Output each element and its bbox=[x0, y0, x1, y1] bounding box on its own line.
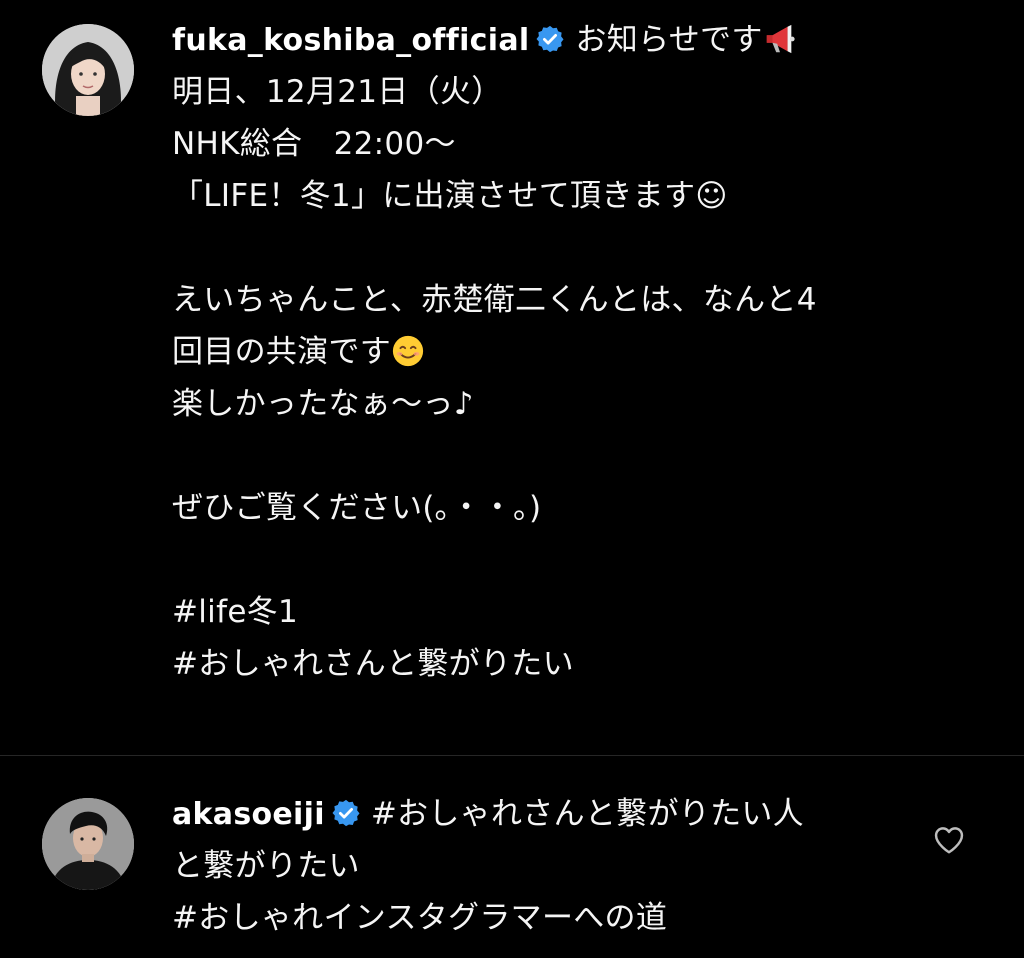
avatar[interactable] bbox=[42, 798, 134, 890]
caption-line-text: 回目の共演です bbox=[172, 334, 392, 370]
heart-outline-icon[interactable] bbox=[932, 825, 966, 855]
post-username[interactable]: fuka_koshiba_official bbox=[172, 23, 529, 58]
caption-line: ぜひご覧ください(｡・・｡) bbox=[172, 490, 542, 526]
verified-badge-icon bbox=[536, 25, 564, 53]
smiling-face-emoji-icon bbox=[392, 335, 424, 367]
verified-badge-icon bbox=[332, 799, 360, 827]
comment-username[interactable]: akasoeiji bbox=[172, 797, 325, 832]
profile-photo-icon bbox=[42, 798, 134, 890]
caption-line: 回目の共演です bbox=[172, 326, 972, 378]
comment-text: akasoeiji #おしゃれさんと繋がりたい人 と繋がりたい #おしゃれインスタ… bbox=[172, 788, 912, 944]
avatar[interactable] bbox=[42, 24, 134, 116]
caption-text: fuka_koshiba_official お知らせです 明日、12月21日（火）… bbox=[172, 14, 972, 690]
caption-line: NHK総合 22:00〜 bbox=[172, 126, 456, 162]
caption-line: 明日、12月21日（火） bbox=[172, 74, 503, 110]
profile-photo-icon bbox=[42, 24, 134, 116]
caption-line: えいちゃんこと、赤楚衛二くんとは、なんと4 bbox=[172, 282, 817, 318]
caption-first-line: fuka_koshiba_official お知らせです bbox=[172, 14, 972, 66]
divider bbox=[0, 755, 1024, 756]
caption-line: 「LIFE！冬1」に出演させて頂きます☺ bbox=[172, 178, 728, 214]
hashtag-link[interactable]: #life冬1 bbox=[172, 586, 972, 638]
megaphone-emoji-icon bbox=[766, 24, 795, 54]
comment-first-line: akasoeiji #おしゃれさんと繋がりたい人 bbox=[172, 788, 912, 840]
caption-line: 楽しかったなぁ〜っ♪ bbox=[172, 386, 474, 422]
hashtag-link[interactable]: #おしゃれさんと繋がりたい人 bbox=[371, 796, 804, 832]
hashtag-link[interactable]: #おしゃれさんと繋がりたい bbox=[172, 638, 972, 690]
post-caption: fuka_koshiba_official お知らせです 明日、12月21日（火）… bbox=[0, 0, 1024, 755]
caption-line: お知らせです bbox=[575, 22, 763, 58]
comment-line: と繋がりたい bbox=[172, 848, 360, 884]
hashtag-link[interactable]: #おしゃれインスタグラマーへの道 bbox=[172, 892, 912, 944]
